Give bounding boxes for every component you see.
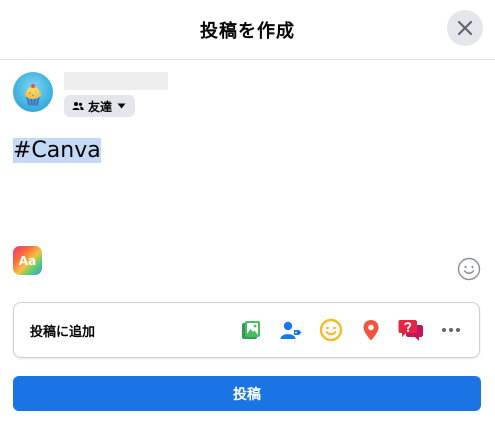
more-options-button[interactable] xyxy=(433,312,469,348)
user-meta: 友達 xyxy=(64,72,168,117)
user-name xyxy=(64,72,168,90)
post-text-input[interactable]: #Canva xyxy=(13,137,101,164)
ask-question-button[interactable] xyxy=(393,312,429,348)
create-post-dialog: 投稿を作成 友達 #Canva Aa 投稿に追加 投稿 xyxy=(0,0,495,425)
emoji-button[interactable] xyxy=(457,257,481,281)
post-button[interactable]: 投稿 xyxy=(13,376,481,411)
photo-video-button[interactable] xyxy=(233,312,269,348)
post-button-label: 投稿 xyxy=(233,386,261,403)
tag-people-icon xyxy=(280,321,302,339)
text-format-button[interactable]: Aa xyxy=(13,246,42,275)
add-to-post-bar: 投稿に追加 xyxy=(13,302,480,358)
dialog-title: 投稿を作成 xyxy=(200,20,295,42)
audience-selector[interactable]: 友達 xyxy=(64,95,136,117)
tag-people-button[interactable] xyxy=(273,312,309,348)
post-text-selection: #Canva xyxy=(13,138,101,163)
text-format-label: Aa xyxy=(18,253,37,268)
caret-down-icon xyxy=(117,103,126,109)
add-to-post-label: 投稿に追加 xyxy=(30,324,96,340)
avatar[interactable] xyxy=(13,72,53,112)
photo-video-icon xyxy=(242,321,260,339)
dialog-header: 投稿を作成 xyxy=(0,0,495,60)
ask-question-icon xyxy=(398,320,423,341)
audience-label: 友達 xyxy=(88,99,113,114)
feeling-activity-button[interactable] xyxy=(313,312,349,348)
feeling-activity-icon xyxy=(319,318,343,342)
user-row: 友達 xyxy=(13,72,168,117)
friends-icon xyxy=(72,102,84,110)
close-button[interactable] xyxy=(447,10,483,46)
check-in-button[interactable] xyxy=(353,312,389,348)
close-icon xyxy=(457,20,473,36)
more-options-icon xyxy=(442,328,460,332)
smiley-icon xyxy=(457,257,481,281)
check-in-location-icon xyxy=(363,320,379,341)
cupcake-avatar-icon xyxy=(25,84,41,106)
add-to-post-icons xyxy=(229,312,469,348)
